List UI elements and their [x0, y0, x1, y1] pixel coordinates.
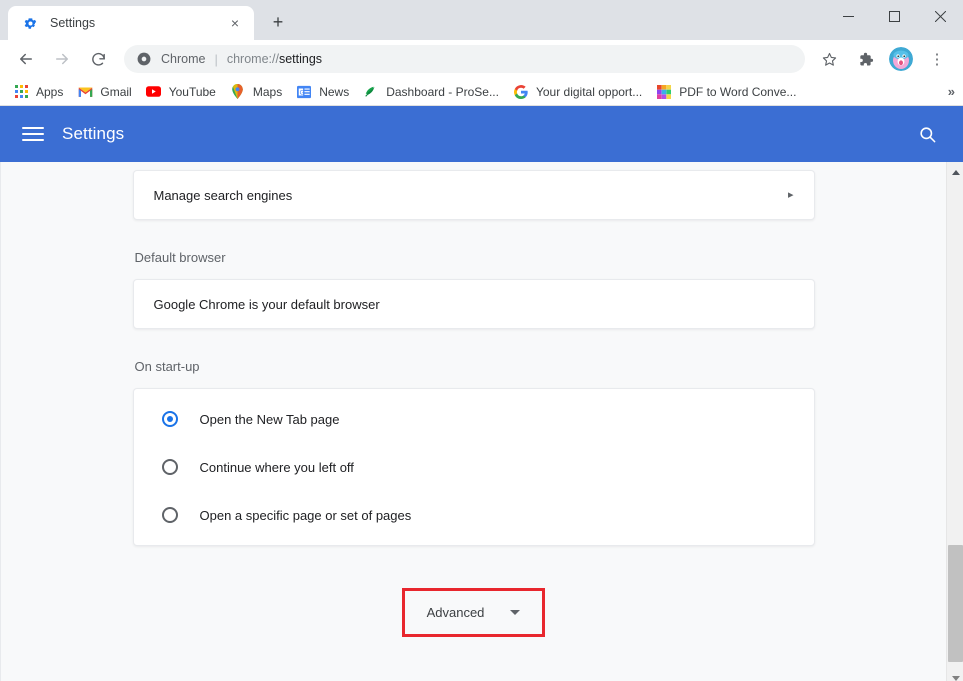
color-grid-icon — [656, 84, 672, 100]
bookmark-item-maps[interactable]: Maps — [223, 81, 289, 103]
advanced-button[interactable]: Advanced — [423, 599, 525, 626]
bookmark-item-youtube[interactable]: YouTube — [139, 81, 223, 103]
advanced-highlight-box: Advanced — [402, 588, 546, 637]
apps-grid-icon — [13, 84, 29, 100]
chrome-menu-icon[interactable]: ⋮ — [923, 45, 951, 73]
startup-option-new-tab[interactable]: Open the New Tab page — [134, 395, 814, 443]
puzzle-icon[interactable] — [851, 45, 879, 73]
gmail-icon — [77, 84, 93, 100]
on-startup-section-title: On start-up — [135, 359, 815, 374]
chevron-right-icon: ▸ — [788, 190, 794, 201]
bookmark-item-dashboard[interactable]: Dashboard - ProSe... — [356, 81, 506, 103]
hamburger-icon[interactable] — [22, 127, 44, 141]
default-browser-section-title: Default browser — [135, 250, 815, 265]
profile-avatar[interactable] — [889, 47, 913, 71]
bookmark-label: Dashboard - ProSe... — [386, 85, 499, 99]
bookmark-label: PDF to Word Conve... — [679, 85, 796, 99]
bookmark-item-news[interactable]: G News — [289, 81, 356, 103]
new-tab-button[interactable]: + — [264, 8, 292, 36]
bookmark-label: Your digital opport... — [536, 85, 642, 99]
bookmark-item-pdf-to-word[interactable]: PDF to Word Conve... — [649, 81, 803, 103]
radio-button[interactable] — [162, 459, 178, 475]
google-g-icon — [513, 84, 529, 100]
default-browser-status-label: Google Chrome is your default browser — [154, 297, 794, 312]
search-icon[interactable] — [915, 122, 939, 146]
advanced-label: Advanced — [427, 605, 485, 620]
window-controls — [825, 0, 963, 32]
startup-option-continue[interactable]: Continue where you left off — [134, 443, 814, 491]
dashboard-icon — [363, 84, 379, 100]
bookmark-item-your-digital-opportunity[interactable]: Your digital opport... — [506, 81, 649, 103]
startup-option-specific-page[interactable]: Open a specific page or set of pages — [134, 491, 814, 539]
bookmark-item-apps[interactable]: Apps — [6, 81, 70, 103]
omnibox-separator: | — [214, 53, 217, 66]
google-news-icon: G — [296, 84, 312, 100]
youtube-icon — [146, 84, 162, 100]
default-browser-card: Google Chrome is your default browser — [133, 279, 815, 329]
browser-toolbar: Chrome | chrome://settings ⋮ — [0, 40, 963, 78]
forward-icon[interactable] — [48, 45, 76, 73]
settings-header: Settings — [0, 106, 963, 162]
bookmarks-overflow-button[interactable]: » — [948, 84, 955, 99]
bookmark-label: Apps — [36, 85, 63, 99]
maps-pin-icon — [230, 84, 246, 100]
svg-text:G: G — [300, 89, 305, 96]
tab-strip: Settings × + — [0, 0, 963, 40]
settings-scroll-area: Manage search engines ▸ Default browser … — [0, 162, 946, 681]
page-scrollbar[interactable] — [946, 162, 963, 681]
page-title: Settings — [62, 124, 124, 144]
site-chip-label: Chrome — [161, 52, 205, 66]
close-icon[interactable]: × — [226, 14, 244, 32]
bookmark-label: Gmail — [100, 85, 131, 99]
startup-option-label: Continue where you left off — [200, 460, 354, 475]
url-path: settings — [279, 52, 322, 66]
bookmark-label: News — [319, 85, 349, 99]
gear-icon — [22, 15, 38, 31]
address-bar[interactable]: Chrome | chrome://settings — [124, 45, 805, 73]
minimize-button[interactable] — [825, 0, 871, 32]
on-startup-card: Open the New Tab page Continue where you… — [133, 388, 815, 546]
bookmark-item-gmail[interactable]: Gmail — [70, 81, 138, 103]
chevron-down-icon — [510, 610, 520, 615]
url-scheme: chrome:// — [227, 52, 279, 66]
bookmarks-bar: Apps Gmail YouTube Maps — [0, 78, 963, 106]
scrollbar-thumb[interactable] — [948, 545, 963, 662]
scroll-up-button[interactable] — [947, 164, 963, 181]
tab-title: Settings — [50, 16, 226, 30]
startup-option-label: Open the New Tab page — [200, 412, 340, 427]
maximize-button[interactable] — [871, 0, 917, 32]
manage-search-engines-row[interactable]: Manage search engines ▸ — [134, 171, 814, 219]
radio-button[interactable] — [162, 507, 178, 523]
advanced-section: Advanced — [133, 588, 815, 637]
url-text: chrome://settings — [227, 52, 322, 66]
default-browser-status-row: Google Chrome is your default browser — [134, 280, 814, 328]
radio-button[interactable] — [162, 411, 178, 427]
bookmark-star-icon[interactable] — [815, 45, 843, 73]
manage-search-engines-card: Manage search engines ▸ — [133, 170, 815, 220]
reload-icon[interactable] — [84, 45, 112, 73]
settings-content-region: Manage search engines ▸ Default browser … — [0, 162, 963, 681]
scroll-down-button[interactable] — [947, 670, 963, 681]
close-window-button[interactable] — [917, 0, 963, 32]
bookmark-label: Maps — [253, 85, 282, 99]
browser-tab-settings[interactable]: Settings × — [8, 6, 254, 40]
manage-search-engines-label: Manage search engines — [154, 188, 788, 203]
back-icon[interactable] — [12, 45, 40, 73]
bookmark-label: YouTube — [169, 85, 216, 99]
chrome-logo-icon — [136, 51, 152, 67]
startup-option-label: Open a specific page or set of pages — [200, 508, 412, 523]
